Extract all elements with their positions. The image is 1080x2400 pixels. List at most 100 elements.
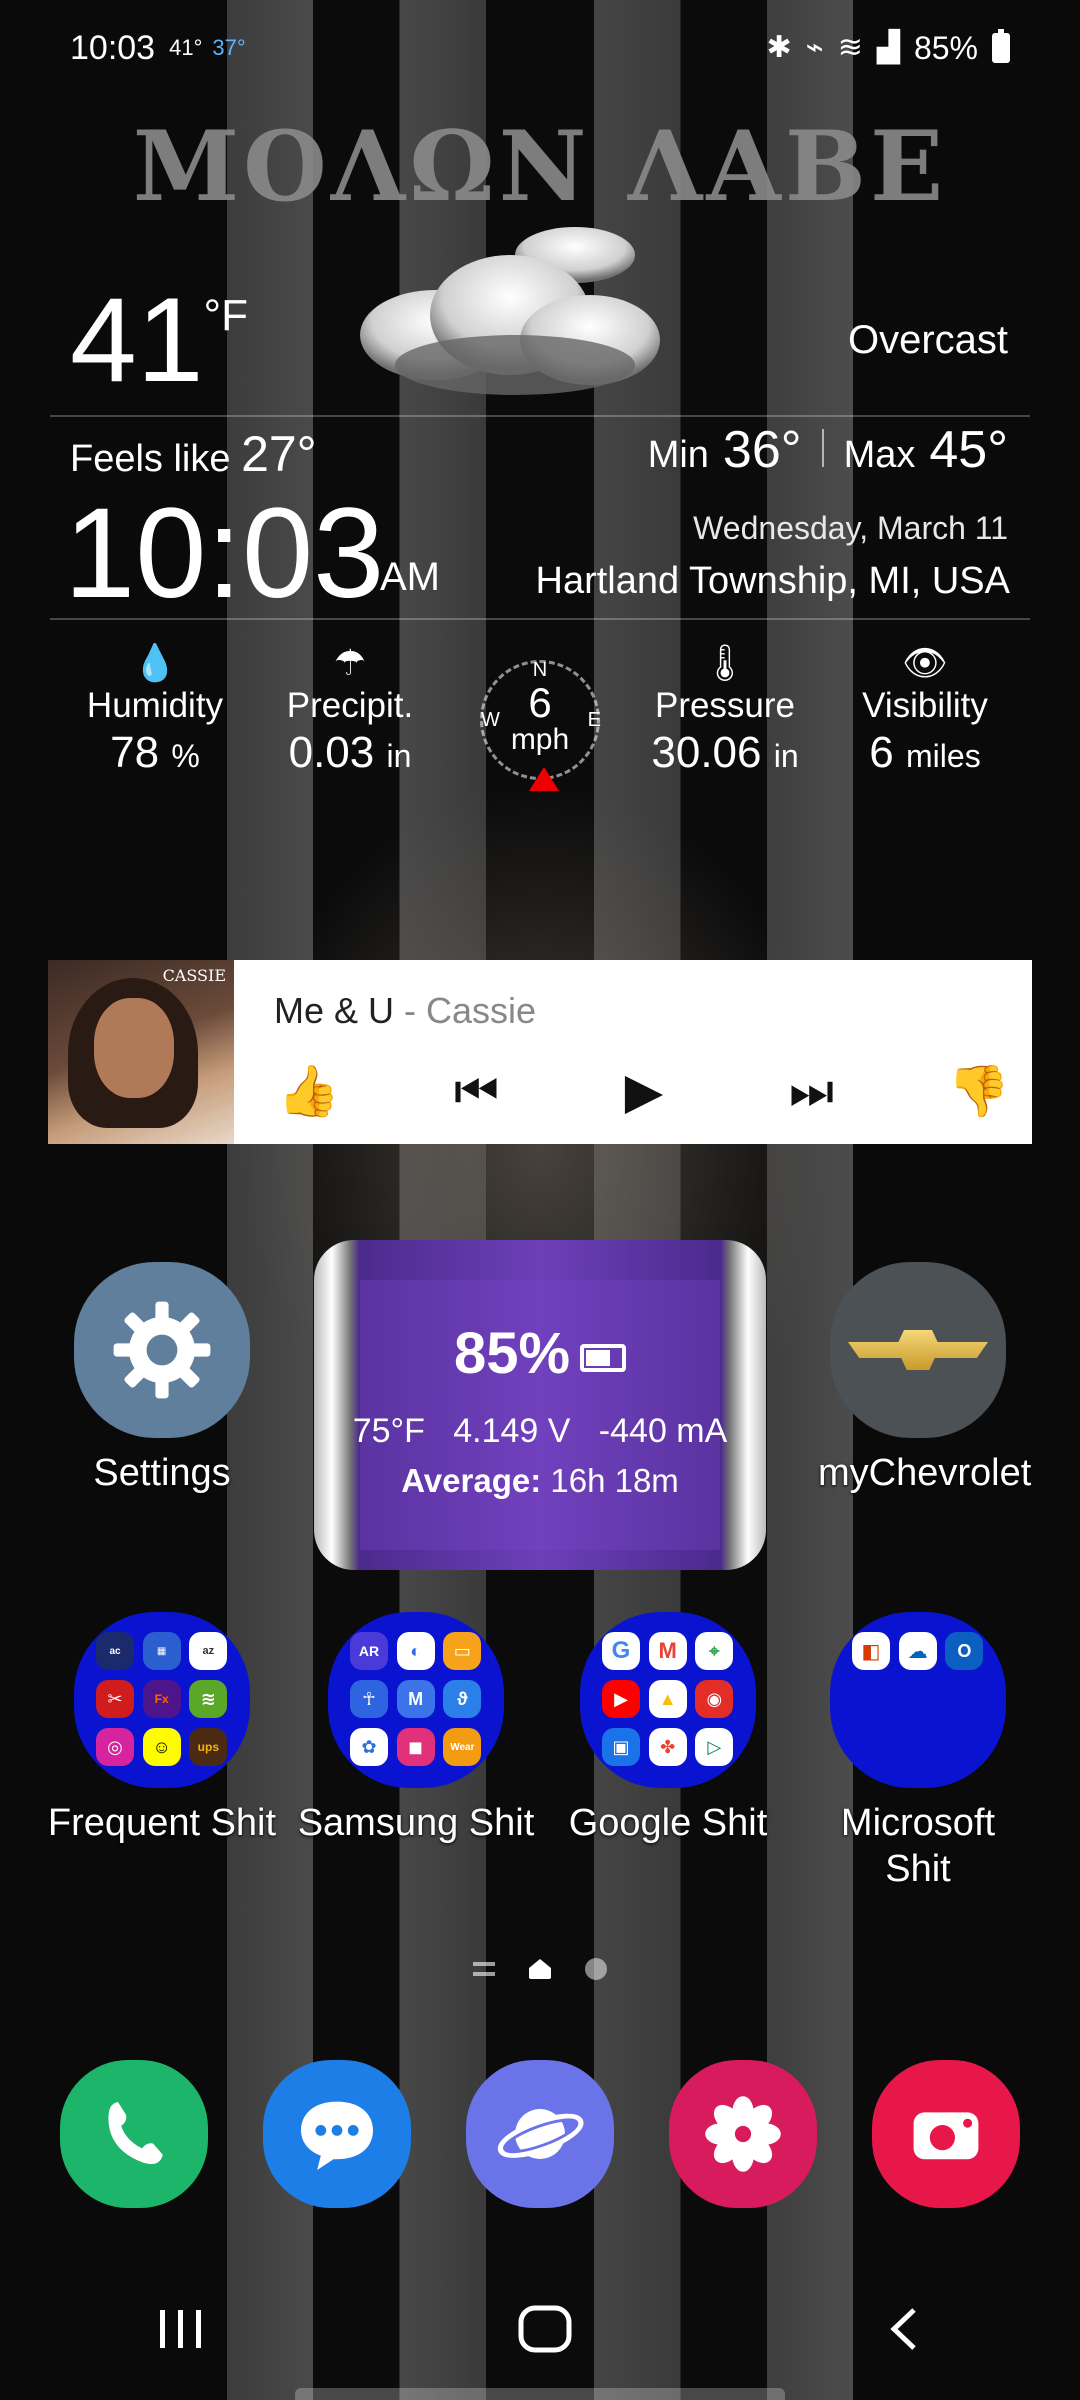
google-folder-icon: G M ⌖ ▶ ▲ ◉ ▣ ✤ ▷ — [580, 1612, 756, 1788]
min-max-separator — [821, 429, 824, 467]
song-separator: - — [394, 990, 427, 1031]
song-artist: Cassie — [426, 990, 537, 1031]
wallpaper-title: ΜΟΛΩΝ ΛΑΒΕ — [132, 110, 948, 223]
status-bar: 10:03 41° 37° ✱ ⌁ ≋ ▟ 85% — [70, 26, 1010, 70]
play-button[interactable]: ▶ — [609, 1056, 679, 1126]
gallery-app[interactable] — [669, 2060, 817, 2208]
weather-temperature[interactable]: 41°F — [70, 280, 248, 400]
recent-apps-button[interactable] — [156, 2306, 206, 2364]
wind-speed: 6 — [528, 679, 552, 726]
battery-percent-value: 85% — [453, 1321, 571, 1386]
mychevrolet-label: myChevrolet — [818, 1452, 1032, 1494]
album-art[interactable]: CASSIE — [48, 960, 234, 1144]
onedrive-icon: ☁ — [898, 1632, 937, 1670]
phone-app[interactable] — [60, 2060, 208, 2208]
internet-app[interactable] — [466, 2060, 614, 2208]
stat-precipitation: ☂ Precipit. 0.03 in — [265, 640, 435, 778]
galaxy-store-icon: ◼ — [396, 1728, 435, 1766]
flower-icon — [705, 2096, 781, 2172]
folder-samsung[interactable]: AR ◐ ▭ ☥ M ϑ ✿ ◼ Wear Samsung Shit — [298, 1612, 534, 1846]
precip-label: Precipit. — [286, 686, 414, 725]
battery-widget[interactable]: 85% 75°F 4.149 V -440 mA Average: 16h 18… — [314, 1240, 766, 1570]
next-button[interactable]: ⏭ — [777, 1056, 847, 1126]
app-settings[interactable]: Settings — [62, 1262, 262, 1496]
weather-temperature-unit: °F — [203, 291, 248, 340]
thermometer-icon: 🌡 — [702, 642, 748, 683]
planet-icon — [497, 2109, 584, 2159]
settings-app-icon — [74, 1262, 250, 1438]
battery-voltage: 4.149 V — [453, 1412, 571, 1450]
thumbs-down-button[interactable]: 👎 — [944, 1056, 1014, 1126]
youtube-music-icon: ◉ — [695, 1680, 734, 1718]
folder-microsoft[interactable]: ◧ ☁ O Microsoft Shit — [818, 1612, 1018, 1892]
stat-visibility: 👁 Visibility 6 miles — [840, 640, 1010, 778]
chevrolet-bowtie-icon — [848, 1330, 988, 1370]
feels-like-value: 27° — [241, 426, 317, 482]
battery-average-value: 16h 18m — [550, 1462, 679, 1499]
outlook-icon: O — [945, 1632, 984, 1670]
navigation-bar — [0, 2300, 1080, 2370]
vibrate-icon: ⌁ — [805, 31, 824, 64]
music-controls: 👍 ⏮ ▶ ⏭ 👎 — [274, 1056, 1014, 1126]
page-indicator-home[interactable] — [529, 1959, 551, 1979]
android-central-icon: ac — [96, 1632, 134, 1670]
phone-icon — [108, 2102, 163, 2165]
humidity-label: Humidity — [86, 686, 224, 725]
weather-divider-bottom — [50, 618, 1030, 620]
folder-frequent[interactable]: ac ▦ az ✂ Fx ≋ ◎ ☺ ups Frequent Shit — [48, 1612, 276, 1846]
page-indicator-dot[interactable] — [585, 1958, 607, 1980]
snapchat-icon: ☺ — [142, 1728, 181, 1766]
battery-icon — [992, 29, 1010, 63]
weather-location[interactable]: Hartland Township, MI, USA — [536, 560, 1011, 603]
signal-icon: ▟ — [876, 31, 900, 64]
camera-app[interactable] — [872, 2060, 1020, 2208]
microsoft-folder-icon: ◧ ☁ O — [830, 1612, 1006, 1788]
recent-apps-icon — [159, 2310, 201, 2348]
status-time: 10:03 — [70, 28, 156, 67]
battery-current: -440 mA — [598, 1412, 728, 1450]
gesture-handle[interactable] — [295, 2388, 785, 2400]
galaxy-wearable-icon: ✿ — [350, 1728, 388, 1766]
photos-icon: ✤ — [648, 1728, 687, 1766]
music-widget[interactable]: CASSIE Me & U - Cassie 👍 ⏮ ▶ ⏭ 👎 — [48, 960, 1032, 1144]
page-indicator-feed[interactable] — [473, 1962, 495, 1976]
min-label: Min — [647, 434, 709, 476]
microsoft-folder-label: Microsoft Shit — [818, 1800, 1018, 1892]
thumbs-up-icon: 👍 — [277, 1062, 341, 1119]
app-mychevrolet[interactable]: myChevrolet — [818, 1262, 1032, 1496]
amazon-icon: az — [189, 1632, 228, 1670]
battery-temp: 75°F — [352, 1412, 425, 1450]
clock-time[interactable]: 10:03 — [64, 490, 384, 618]
feels-like-label: Feels like — [70, 438, 231, 480]
page-indicator[interactable] — [0, 1958, 1080, 1980]
youtube-icon: ▶ — [602, 1680, 640, 1718]
umbrella-icon: ☂ — [333, 642, 367, 683]
cloud-icon — [360, 227, 660, 395]
google-icon: G — [602, 1632, 640, 1670]
home-icon — [518, 2305, 572, 2353]
max-label: Max — [843, 434, 916, 476]
wind-compass: N W E 6 mph — [480, 659, 601, 791]
fedex-icon: Fx — [142, 1680, 181, 1718]
messages-app[interactable] — [263, 2060, 411, 2208]
weather-feels-like: Feels like 27° — [70, 425, 317, 483]
folder-google[interactable]: G M ⌖ ▶ ▲ ◉ ▣ ✤ ▷ Google Shit — [568, 1612, 768, 1846]
play-store-icon: ▷ — [695, 1728, 734, 1766]
previous-icon: ⏮ — [454, 1062, 499, 1119]
home-button[interactable] — [517, 2304, 573, 2366]
thumbs-up-button[interactable]: 👍 — [274, 1056, 344, 1126]
next-icon: ⏭ — [789, 1062, 834, 1119]
clock-date: Wednesday, March 11 — [693, 510, 1008, 546]
back-button[interactable] — [884, 2304, 924, 2366]
microsoft-folder-label-line2: Shit — [885, 1848, 951, 1890]
duo-icon: ▣ — [602, 1728, 640, 1766]
microsoft-folder-label-line1: Microsoft — [840, 1802, 996, 1844]
maps-icon: ⌖ — [695, 1632, 734, 1670]
pressure-number: 30.06 — [651, 728, 762, 777]
wear-icon: Wear — [443, 1728, 482, 1766]
bluetooth-icon: ✱ — [766, 31, 792, 64]
humidity-number: 78 — [110, 728, 160, 777]
gmail-icon: M — [648, 1632, 687, 1670]
weather-temperature-value: 41 — [70, 273, 204, 407]
previous-button[interactable]: ⏮ — [442, 1056, 512, 1126]
